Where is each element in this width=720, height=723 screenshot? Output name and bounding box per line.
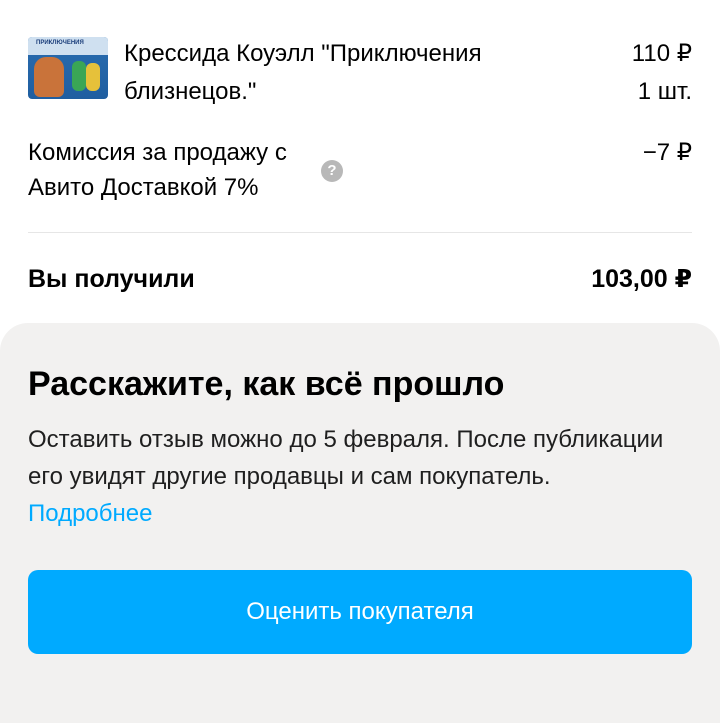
review-description-text: Оставить отзыв можно до 5 февраля. После… bbox=[28, 426, 664, 490]
order-item-row[interactable]: ПРИКЛЮЧЕНИЯ Крессида Коуэлл "Приключения… bbox=[28, 33, 692, 113]
item-quantity: 1 шт. bbox=[637, 78, 692, 105]
total-amount: 103,00 ₽ bbox=[591, 265, 692, 293]
rate-buyer-button[interactable]: Оценить покупателя bbox=[28, 570, 692, 654]
thumbnail-deer-figure bbox=[34, 57, 64, 97]
thumbnail-child-figure bbox=[86, 63, 100, 91]
total-label: Вы получили bbox=[28, 265, 195, 293]
divider bbox=[28, 232, 692, 233]
question-circle-icon[interactable]: ? bbox=[321, 160, 343, 182]
thumbnail-child-figure bbox=[72, 61, 86, 91]
review-description: Оставить отзыв можно до 5 февраля. После… bbox=[28, 421, 668, 532]
review-card: Расскажите, как всё прошло Оставить отзы… bbox=[0, 323, 720, 723]
item-thumbnail[interactable]: ПРИКЛЮЧЕНИЯ bbox=[28, 37, 108, 99]
item-title[interactable]: Крессида Коуэлл "Приключения близнецов." bbox=[124, 35, 564, 111]
commission-label: Комиссия за продажу с Авито Доставкой 7% bbox=[28, 139, 287, 201]
item-price: 110 ₽ bbox=[631, 40, 692, 67]
more-info-link[interactable]: Подробнее bbox=[28, 500, 152, 527]
review-title: Расскажите, как всё прошло bbox=[28, 365, 505, 403]
commission-amount: −7 ₽ bbox=[642, 139, 692, 166]
commission-row: Комиссия за продажу с Авито Доставкой 7%… bbox=[28, 135, 692, 209]
thumbnail-title: ПРИКЛЮЧЕНИЯ bbox=[36, 40, 84, 46]
